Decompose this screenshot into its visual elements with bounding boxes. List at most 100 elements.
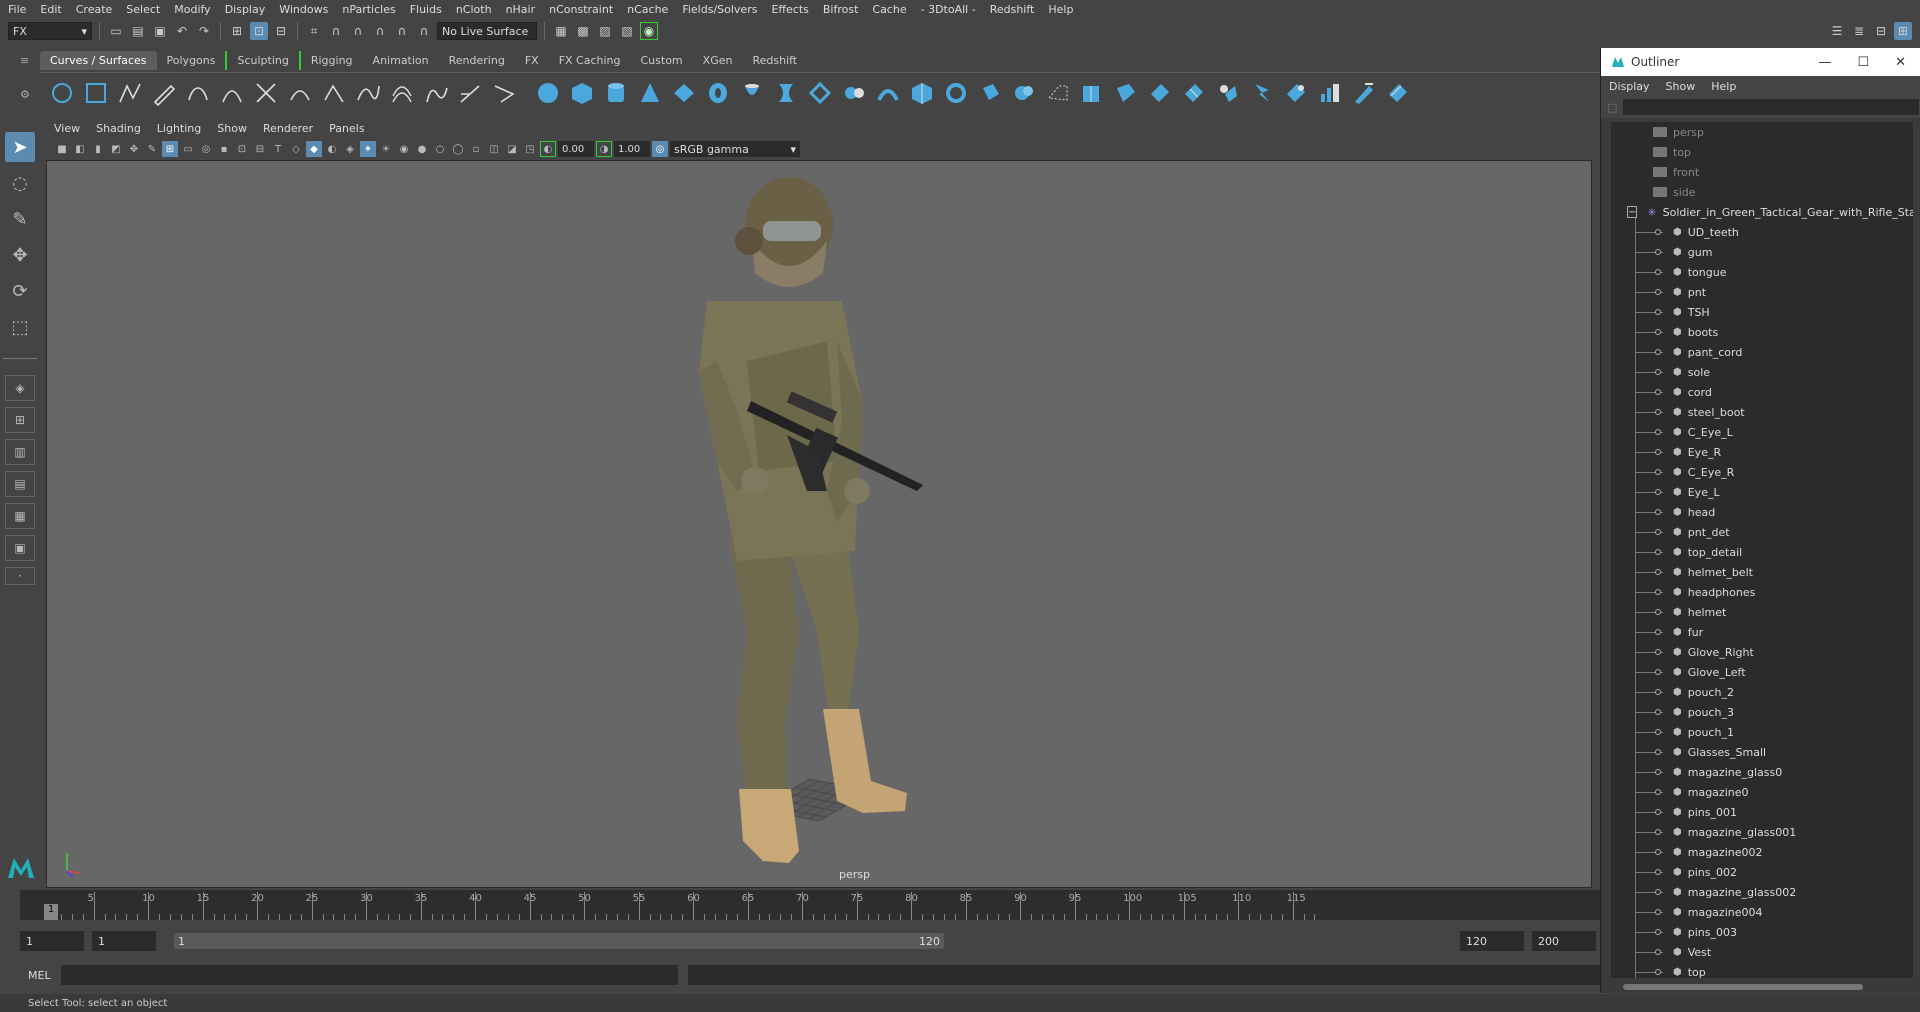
persp-outliner-layout-icon[interactable]: ▤ <box>5 471 35 497</box>
menu-modify[interactable]: Modify <box>174 3 210 16</box>
outliner-item[interactable]: ⬢ magazine004 <box>1611 902 1913 922</box>
motion-blur-icon[interactable]: ● <box>414 141 430 157</box>
rebuild-surface-icon[interactable] <box>1248 79 1276 107</box>
image-plane-icon[interactable]: ◩ <box>108 141 124 157</box>
viewport-menu-view[interactable]: View <box>54 122 80 135</box>
outliner-item[interactable]: ⬢ Glove_Left <box>1611 662 1913 682</box>
playback-start-field[interactable]: 1 <box>92 931 156 951</box>
safe-title-icon[interactable]: T <box>270 141 286 157</box>
collapse-icon[interactable]: − <box>1627 206 1638 218</box>
select-component-icon[interactable]: ⊟ <box>272 22 290 40</box>
camera-attributes-icon[interactable]: ◧ <box>72 141 88 157</box>
render-settings-icon[interactable]: ▦ <box>552 22 570 40</box>
outliner-item[interactable]: ⬢ pouch_2 <box>1611 682 1913 702</box>
untrim-icon[interactable] <box>1112 79 1140 107</box>
shelf-tab-rigging[interactable]: Rigging <box>298 51 363 70</box>
field-chart-icon[interactable]: ⊡ <box>234 141 250 157</box>
xray-joints-icon[interactable]: ◪ <box>504 141 520 157</box>
arc-icon[interactable] <box>218 79 246 107</box>
exposure-field[interactable]: 0.00 <box>558 141 594 157</box>
use-all-lights-icon[interactable]: ✦ <box>360 141 376 157</box>
revolve-icon[interactable] <box>738 79 766 107</box>
grease-pencil-icon[interactable]: ✎ <box>144 141 160 157</box>
trim-tool-icon[interactable] <box>1078 79 1106 107</box>
outliner-item[interactable]: ⬢ pouch_3 <box>1611 702 1913 722</box>
select-object-icon[interactable]: ⊡ <box>250 22 268 40</box>
menu-effects[interactable]: Effects <box>771 3 808 16</box>
textured-icon[interactable]: ◈ <box>342 141 358 157</box>
outliner-menu-show[interactable]: Show <box>1666 80 1696 93</box>
paint-select-tool-icon[interactable]: ✎ <box>5 204 35 234</box>
surface-editing-icon[interactable] <box>1384 79 1412 107</box>
multisample-aa-icon[interactable]: ○ <box>432 141 448 157</box>
menu-ncloth[interactable]: nCloth <box>456 3 492 16</box>
live-surface-field[interactable]: No Live Surface <box>437 22 537 40</box>
outliner-item[interactable]: ⬢ steel_boot <box>1611 402 1913 422</box>
outliner-item[interactable]: ⬢ pins_002 <box>1611 862 1913 882</box>
outliner-item[interactable]: ⬢ Glasses_Small <box>1611 742 1913 762</box>
nurbs-square-icon[interactable] <box>82 79 110 107</box>
outliner-item[interactable]: ⬢ Glove_Right <box>1611 642 1913 662</box>
outliner-item[interactable]: ⬢ magazine0 <box>1611 782 1913 802</box>
workspace-icon[interactable]: ☰ <box>1828 22 1846 40</box>
isolate-select-icon[interactable]: ▫ <box>468 141 484 157</box>
outliner-item[interactable]: ⬢ pant_cord <box>1611 342 1913 362</box>
snap-grid-icon[interactable]: ⌗ <box>305 22 323 40</box>
outliner-item[interactable]: ⬢ cord <box>1611 382 1913 402</box>
outliner-item[interactable]: ⬢ top_detail <box>1611 542 1913 562</box>
outliner-item[interactable]: ⬢ pins_003 <box>1611 922 1913 942</box>
outliner-item[interactable]: ⬢ pins_001 <box>1611 802 1913 822</box>
snap-curve-icon[interactable]: ∩ <box>327 22 345 40</box>
nurbs-circle-icon[interactable] <box>48 79 76 107</box>
camera-select-icon[interactable]: ■ <box>54 141 70 157</box>
menu-windows[interactable]: Windows <box>279 3 328 16</box>
ambient-occlusion-icon[interactable]: ◉ <box>396 141 412 157</box>
four-pane-layout-icon[interactable]: ⊞ <box>5 407 35 433</box>
insert-isoparm-icon[interactable] <box>1180 79 1208 107</box>
rotate-tool-icon[interactable]: ⟳ <box>5 276 35 306</box>
animation-start-field[interactable]: 1 <box>20 931 84 951</box>
current-frame-marker[interactable]: 1 <box>44 904 58 920</box>
xray-components-icon[interactable]: ◳ <box>522 141 538 157</box>
viewport-menu-show[interactable]: Show <box>217 122 247 135</box>
nurbs-torus-icon[interactable] <box>704 79 732 107</box>
curve-editing-icon[interactable] <box>490 79 518 107</box>
offset-curve-icon[interactable] <box>388 79 416 107</box>
outliner-item[interactable]: ⬢ fur <box>1611 622 1913 642</box>
command-language-button[interactable]: MEL <box>28 969 51 982</box>
outliner-camera-front[interactable]: front <box>1611 162 1913 182</box>
intersect-icon[interactable] <box>1010 79 1038 107</box>
menu-fields-solvers[interactable]: Fields/Solvers <box>682 3 757 16</box>
shelf-tab-sculpting[interactable]: Sculpting <box>225 51 298 70</box>
menu-redshift[interactable]: Redshift <box>990 3 1035 16</box>
film-gate-icon[interactable]: ▭ <box>180 141 196 157</box>
redo-icon[interactable]: ↷ <box>195 22 213 40</box>
lasso-tool-icon[interactable]: ◌ <box>5 168 35 198</box>
extend-surface-icon[interactable] <box>1146 79 1174 107</box>
menu-edit[interactable]: Edit <box>40 3 61 16</box>
outliner-item[interactable]: ⬢ Eye_R <box>1611 442 1913 462</box>
shelf-tab-fx-caching[interactable]: FX Caching <box>549 51 631 70</box>
animation-end-field[interactable]: 200 <box>1532 931 1596 951</box>
gate-mask-icon[interactable]: ▪ <box>216 141 232 157</box>
attach-curves-icon[interactable] <box>252 79 280 107</box>
outliner-item[interactable]: ⬢ gum <box>1611 242 1913 262</box>
menu-3dtoall[interactable]: - 3DtoAll - <box>921 3 976 16</box>
wireframe-on-shaded-icon[interactable]: ◐ <box>324 141 340 157</box>
outliner-item[interactable]: ⬢ C_Eye_L <box>1611 422 1913 442</box>
smooth-shade-icon[interactable]: ◆ <box>306 141 322 157</box>
loft-icon[interactable] <box>772 79 800 107</box>
outliner-item[interactable]: ⬢ C_Eye_R <box>1611 462 1913 482</box>
shelf-tab-fx[interactable]: FX <box>515 51 549 70</box>
minimize-icon[interactable]: — <box>1818 55 1831 70</box>
wireframe-icon[interactable]: ◇ <box>288 141 304 157</box>
birail-icon[interactable] <box>874 79 902 107</box>
shelf-tab-xgen[interactable]: XGen <box>693 51 743 70</box>
menu-display[interactable]: Display <box>225 3 266 16</box>
playback-end-field[interactable]: 120 <box>1460 931 1524 951</box>
maximize-icon[interactable]: ☐ <box>1857 55 1869 70</box>
outliner-item[interactable]: ⬢ tongue <box>1611 262 1913 282</box>
outliner-item[interactable]: ⬢ magazine_glass002 <box>1611 882 1913 902</box>
close-icon[interactable]: ✕ <box>1895 55 1906 70</box>
shelf-tab-curves-surfaces[interactable]: Curves / Surfaces <box>40 51 157 70</box>
